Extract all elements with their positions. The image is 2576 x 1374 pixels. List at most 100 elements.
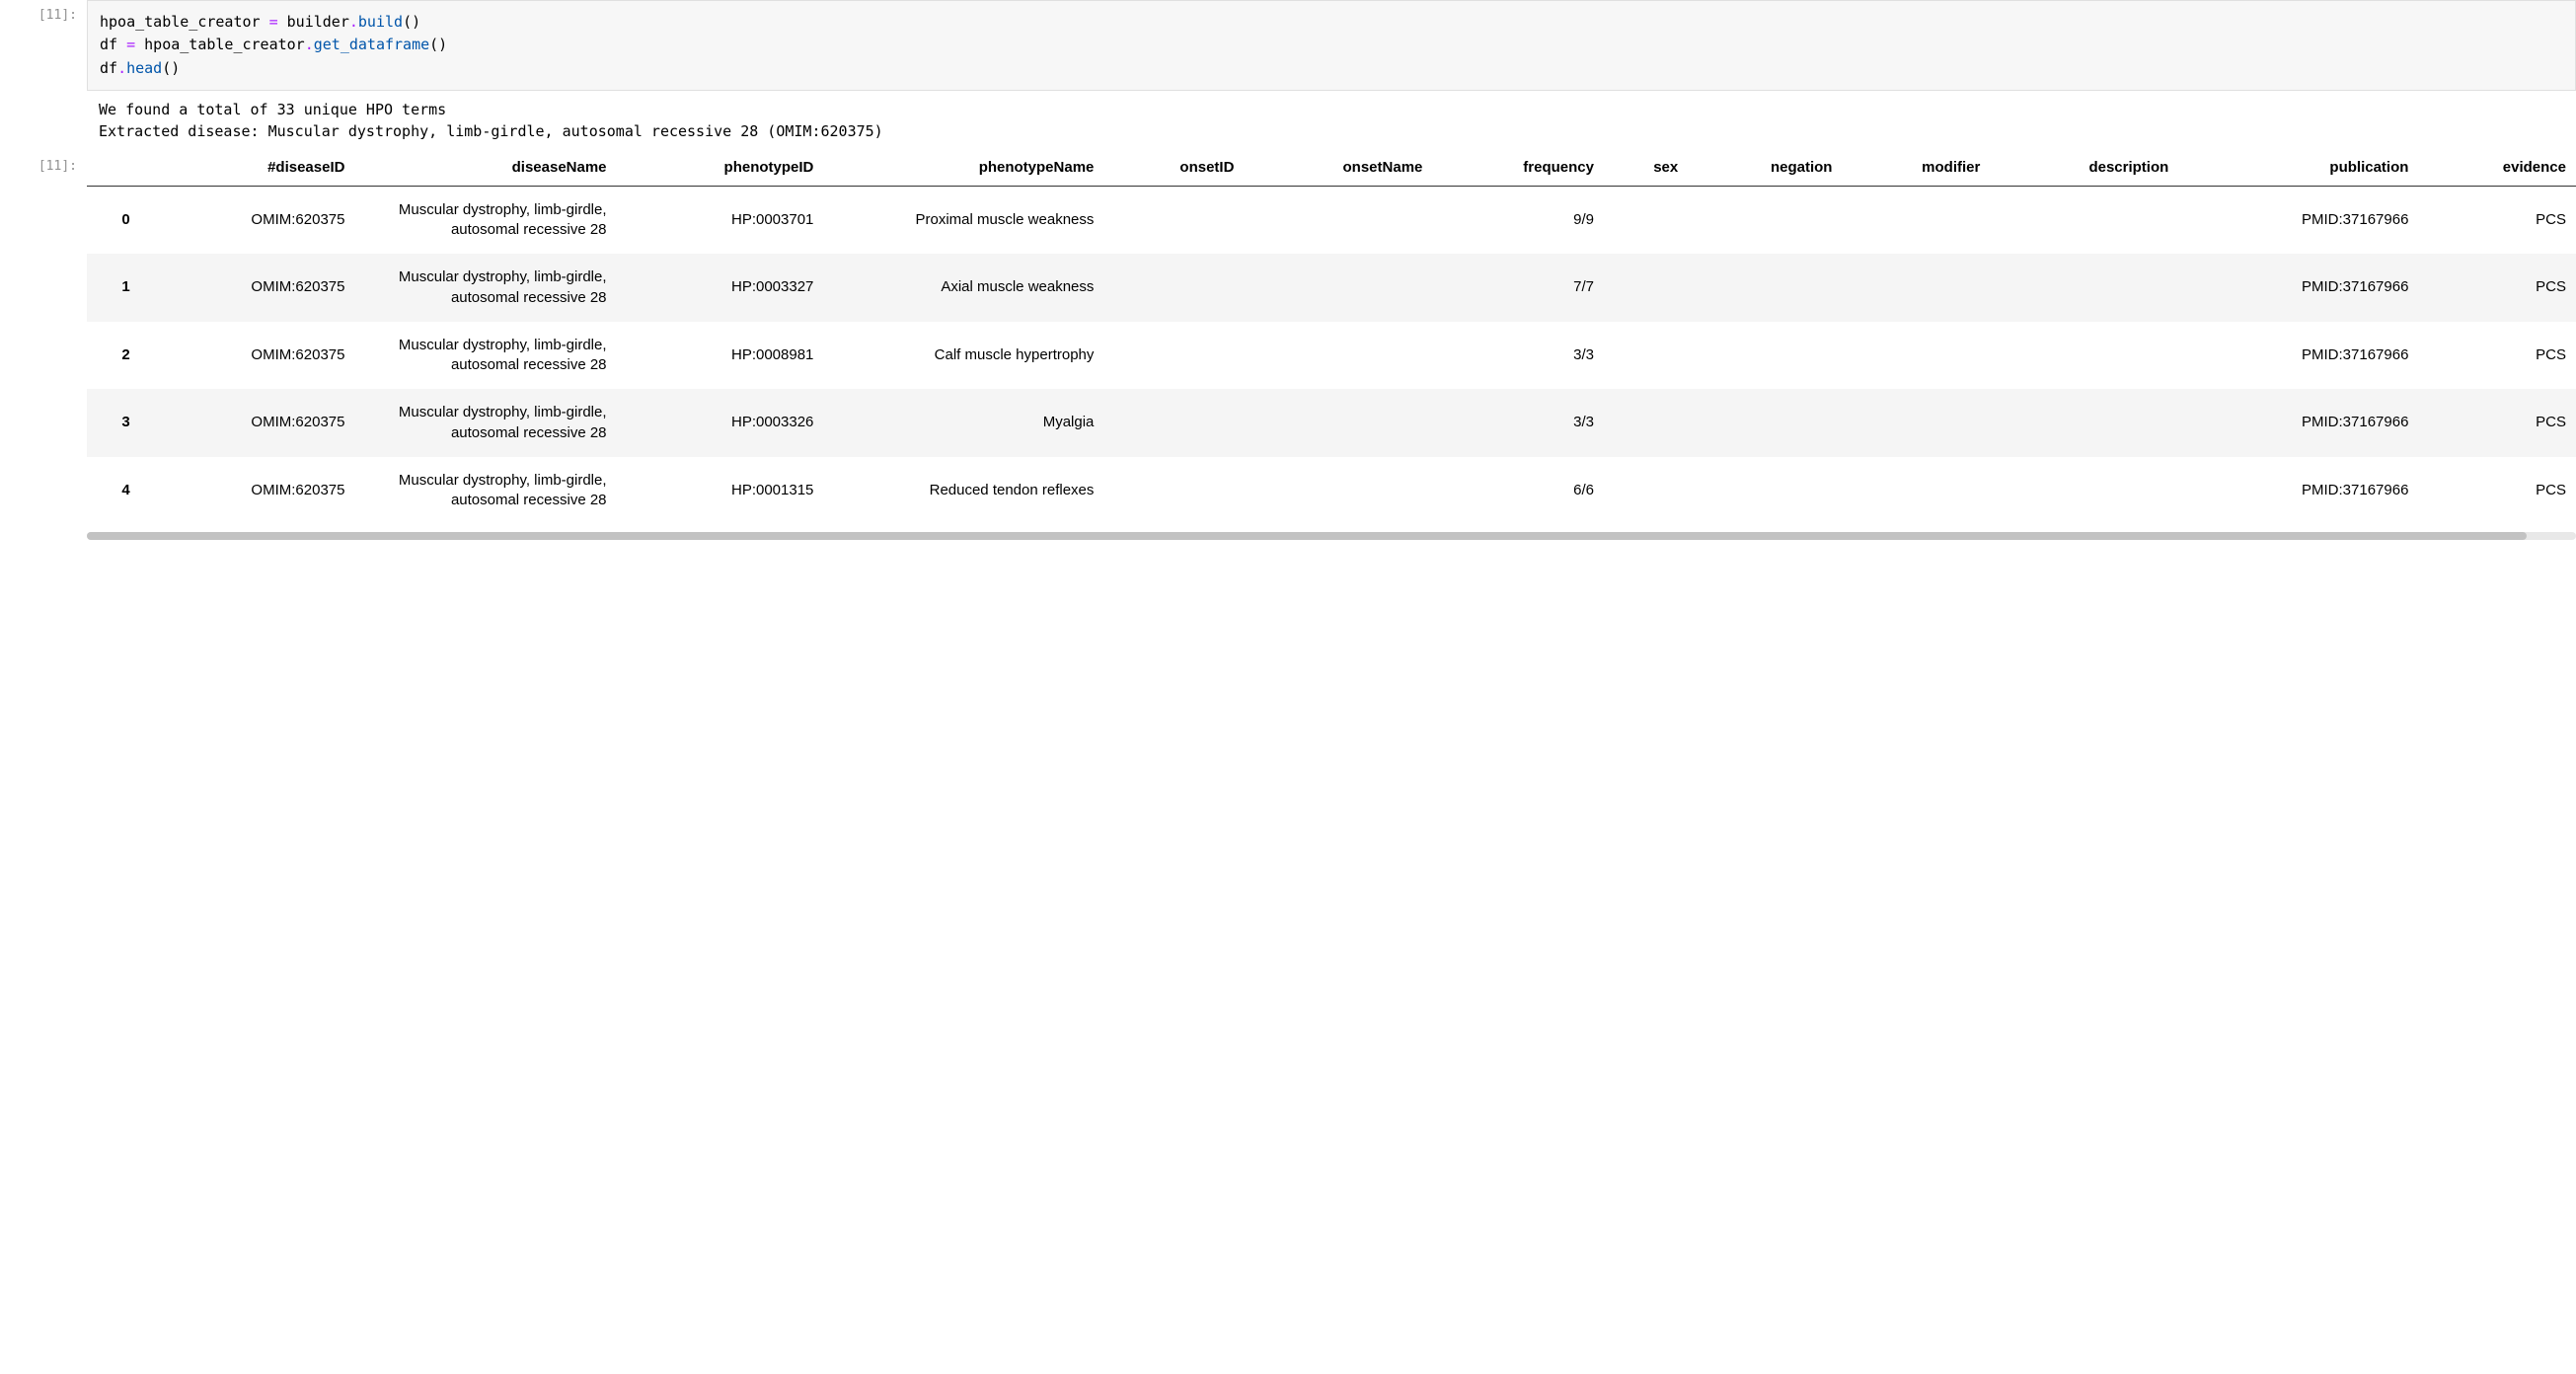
column-header: sex: [1604, 149, 1688, 187]
cell-phenotypeName: Proximal muscle weakness: [823, 186, 1103, 254]
stdout-output: We found a total of 33 unique HPO terms …: [87, 91, 2576, 149]
cell-diseaseName: Muscular dystrophy, limb-girdle, autosom…: [354, 457, 616, 525]
dataframe-table: #diseaseIDdiseaseNamephenotypeIDphenotyp…: [87, 149, 2576, 525]
stdout-cell: We found a total of 33 unique HPO terms …: [0, 91, 2576, 149]
cell-evidence: PCS: [2418, 322, 2576, 390]
stdout-line-1: We found a total of 33 unique HPO terms: [99, 101, 446, 118]
cell-frequency: 6/6: [1432, 457, 1604, 525]
cell-diseaseID: OMIM:620375: [140, 457, 355, 525]
cell-evidence: PCS: [2418, 254, 2576, 322]
cell-onsetName: [1244, 322, 1432, 390]
cell-description: [1990, 186, 2178, 254]
cell-onsetName: [1244, 457, 1432, 525]
cell-sex: [1604, 457, 1688, 525]
cell-negation: [1688, 254, 1842, 322]
cell-sex: [1604, 322, 1688, 390]
cell-phenotypeID: HP:0003326: [617, 389, 824, 457]
column-header: negation: [1688, 149, 1842, 187]
column-header: description: [1990, 149, 2178, 187]
cell-modifier: [1842, 389, 1990, 457]
cell-modifier: [1842, 254, 1990, 322]
cell-phenotypeName: Reduced tendon reflexes: [823, 457, 1103, 525]
dataframe-output: #diseaseIDdiseaseNamephenotypeIDphenotyp…: [87, 149, 2576, 561]
cell-description: [1990, 322, 2178, 390]
cell-onsetID: [1103, 457, 1244, 525]
cell-modifier: [1842, 457, 1990, 525]
column-header: onsetName: [1244, 149, 1432, 187]
row-index: 1: [87, 254, 140, 322]
cell-diseaseID: OMIM:620375: [140, 322, 355, 390]
cell-phenotypeID: HP:0003327: [617, 254, 824, 322]
cell-frequency: 3/3: [1432, 389, 1604, 457]
column-header: publication: [2178, 149, 2418, 187]
cell-description: [1990, 389, 2178, 457]
column-header: #diseaseID: [140, 149, 355, 187]
table-row: 0OMIM:620375Muscular dystrophy, limb-gir…: [87, 186, 2576, 254]
cell-publication: PMID:37167966: [2178, 457, 2418, 525]
row-index: 4: [87, 457, 140, 525]
cell-onsetName: [1244, 389, 1432, 457]
code-line: hpoa_table_creator = builder.build(): [100, 11, 2563, 34]
input-prompt: [11]:: [0, 0, 87, 91]
column-header: phenotypeID: [617, 149, 824, 187]
output-cell: [11]: #diseaseIDdiseaseNamephenotypeIDph…: [0, 149, 2576, 561]
cell-onsetName: [1244, 186, 1432, 254]
code-line: df.head(): [100, 57, 2563, 80]
table-row: 3OMIM:620375Muscular dystrophy, limb-gir…: [87, 389, 2576, 457]
row-index: 2: [87, 322, 140, 390]
cell-sex: [1604, 389, 1688, 457]
cell-frequency: 7/7: [1432, 254, 1604, 322]
cell-negation: [1688, 186, 1842, 254]
cell-negation: [1688, 322, 1842, 390]
table-row: 4OMIM:620375Muscular dystrophy, limb-gir…: [87, 457, 2576, 525]
cell-diseaseID: OMIM:620375: [140, 186, 355, 254]
table-header-row: #diseaseIDdiseaseNamephenotypeIDphenotyp…: [87, 149, 2576, 187]
column-header: modifier: [1842, 149, 1990, 187]
cell-diseaseID: OMIM:620375: [140, 254, 355, 322]
horizontal-scrollbar[interactable]: [87, 532, 2576, 540]
row-index: 0: [87, 186, 140, 254]
cell-modifier: [1842, 322, 1990, 390]
table-body: 0OMIM:620375Muscular dystrophy, limb-gir…: [87, 186, 2576, 524]
cell-sex: [1604, 186, 1688, 254]
table-row: 1OMIM:620375Muscular dystrophy, limb-gir…: [87, 254, 2576, 322]
table-row: 2OMIM:620375Muscular dystrophy, limb-gir…: [87, 322, 2576, 390]
cell-evidence: PCS: [2418, 186, 2576, 254]
cell-evidence: PCS: [2418, 389, 2576, 457]
cell-negation: [1688, 389, 1842, 457]
scrollbar-thumb[interactable]: [87, 532, 2527, 540]
cell-phenotypeID: HP:0003701: [617, 186, 824, 254]
cell-description: [1990, 254, 2178, 322]
cell-onsetName: [1244, 254, 1432, 322]
cell-negation: [1688, 457, 1842, 525]
column-header: phenotypeName: [823, 149, 1103, 187]
cell-phenotypeName: Myalgia: [823, 389, 1103, 457]
column-header: frequency: [1432, 149, 1604, 187]
column-header: evidence: [2418, 149, 2576, 187]
cell-phenotypeID: HP:0008981: [617, 322, 824, 390]
output-prompt: [11]:: [0, 149, 87, 561]
cell-diseaseName: Muscular dystrophy, limb-girdle, autosom…: [354, 322, 616, 390]
cell-phenotypeName: Axial muscle weakness: [823, 254, 1103, 322]
cell-phenotypeName: Calf muscle hypertrophy: [823, 322, 1103, 390]
column-header: diseaseName: [354, 149, 616, 187]
cell-onsetID: [1103, 254, 1244, 322]
cell-onsetID: [1103, 389, 1244, 457]
row-index: 3: [87, 389, 140, 457]
cell-diseaseName: Muscular dystrophy, limb-girdle, autosom…: [354, 389, 616, 457]
cell-publication: PMID:37167966: [2178, 322, 2418, 390]
cell-diseaseName: Muscular dystrophy, limb-girdle, autosom…: [354, 254, 616, 322]
cell-publication: PMID:37167966: [2178, 254, 2418, 322]
cell-frequency: 9/9: [1432, 186, 1604, 254]
cell-frequency: 3/3: [1432, 322, 1604, 390]
cell-sex: [1604, 254, 1688, 322]
input-cell: [11]: hpoa_table_creator = builder.build…: [0, 0, 2576, 91]
cell-evidence: PCS: [2418, 457, 2576, 525]
stdout-prompt-spacer: [0, 91, 87, 149]
code-input-area[interactable]: hpoa_table_creator = builder.build()df =…: [87, 0, 2576, 91]
stdout-line-2: Extracted disease: Muscular dystrophy, l…: [99, 122, 883, 140]
cell-modifier: [1842, 186, 1990, 254]
code-line: df = hpoa_table_creator.get_dataframe(): [100, 34, 2563, 56]
column-header: onsetID: [1103, 149, 1244, 187]
cell-description: [1990, 457, 2178, 525]
